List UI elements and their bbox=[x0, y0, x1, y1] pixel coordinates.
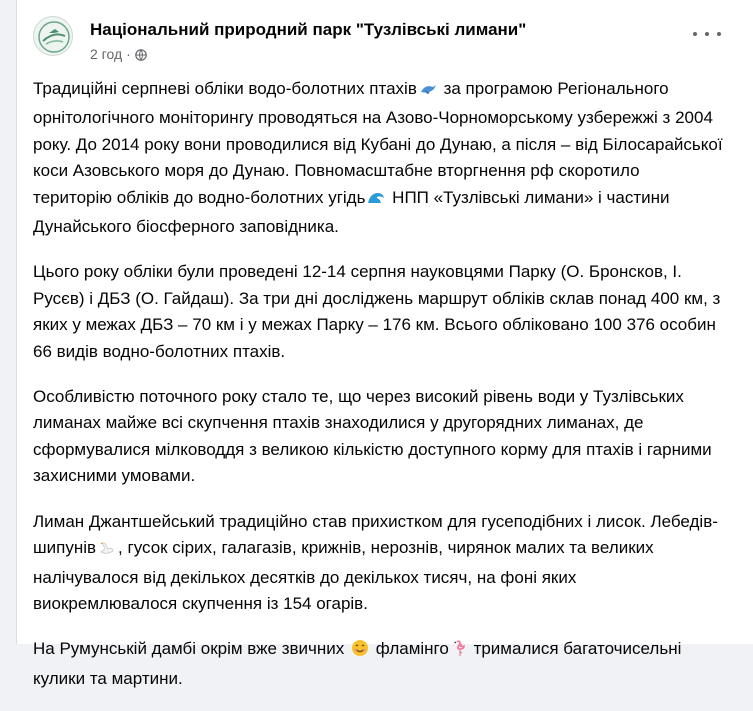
swan-icon bbox=[98, 538, 116, 564]
paragraph-text: Особливістю поточного року стало те, що … bbox=[33, 387, 712, 486]
post-timestamp[interactable]: 2 год bbox=[90, 46, 122, 62]
paragraph-text: Традиційні серпневі обліки водо-болотних… bbox=[33, 79, 417, 98]
post-paragraph: Традиційні серпневі обліки водо-болотних… bbox=[33, 76, 723, 240]
post-meta: 2 год · bbox=[90, 46, 147, 64]
post-paragraph: На Румунській дамбі окрім вже звичних фл… bbox=[33, 636, 723, 692]
water-wave-icon bbox=[367, 188, 385, 214]
meta-separator: · bbox=[126, 46, 131, 62]
post-paragraph: Цього року обліки були проведені 12-14 с… bbox=[33, 259, 723, 365]
page-name-link[interactable]: Національний природний парк "Тузлівські … bbox=[90, 20, 526, 40]
park-logo-icon bbox=[38, 21, 70, 53]
more-dot-icon bbox=[717, 32, 721, 36]
more-dot-icon bbox=[705, 32, 709, 36]
post-card: Національний природний парк "Тузлівські … bbox=[16, 0, 753, 688]
post-paragraph: Лиман Джантшейський традиційно став прих… bbox=[33, 509, 723, 618]
bird-icon bbox=[419, 79, 437, 105]
page-avatar[interactable] bbox=[33, 16, 73, 56]
flamingo-icon bbox=[451, 639, 467, 665]
more-options-button[interactable] bbox=[693, 22, 721, 46]
globe-icon bbox=[134, 48, 147, 64]
smiling-face-icon bbox=[351, 639, 369, 665]
paragraph-text: , гусок сірих, галагазів, крижнів, нероз… bbox=[33, 538, 654, 613]
paragraph-text: фламінго bbox=[370, 639, 449, 659]
post-paragraph: Особливістю поточного року стало те, що … bbox=[33, 384, 723, 490]
paragraph-text: На Румунській дамбі окрім вже звичних bbox=[33, 639, 349, 659]
paragraph-text: Цього року обліки були проведені 12-14 с… bbox=[33, 262, 721, 361]
post-header: Національний природний парк "Тузлівські … bbox=[33, 16, 753, 68]
more-dot-icon bbox=[693, 32, 697, 36]
post-message: Традиційні серпневі обліки водо-болотних… bbox=[33, 76, 723, 711]
